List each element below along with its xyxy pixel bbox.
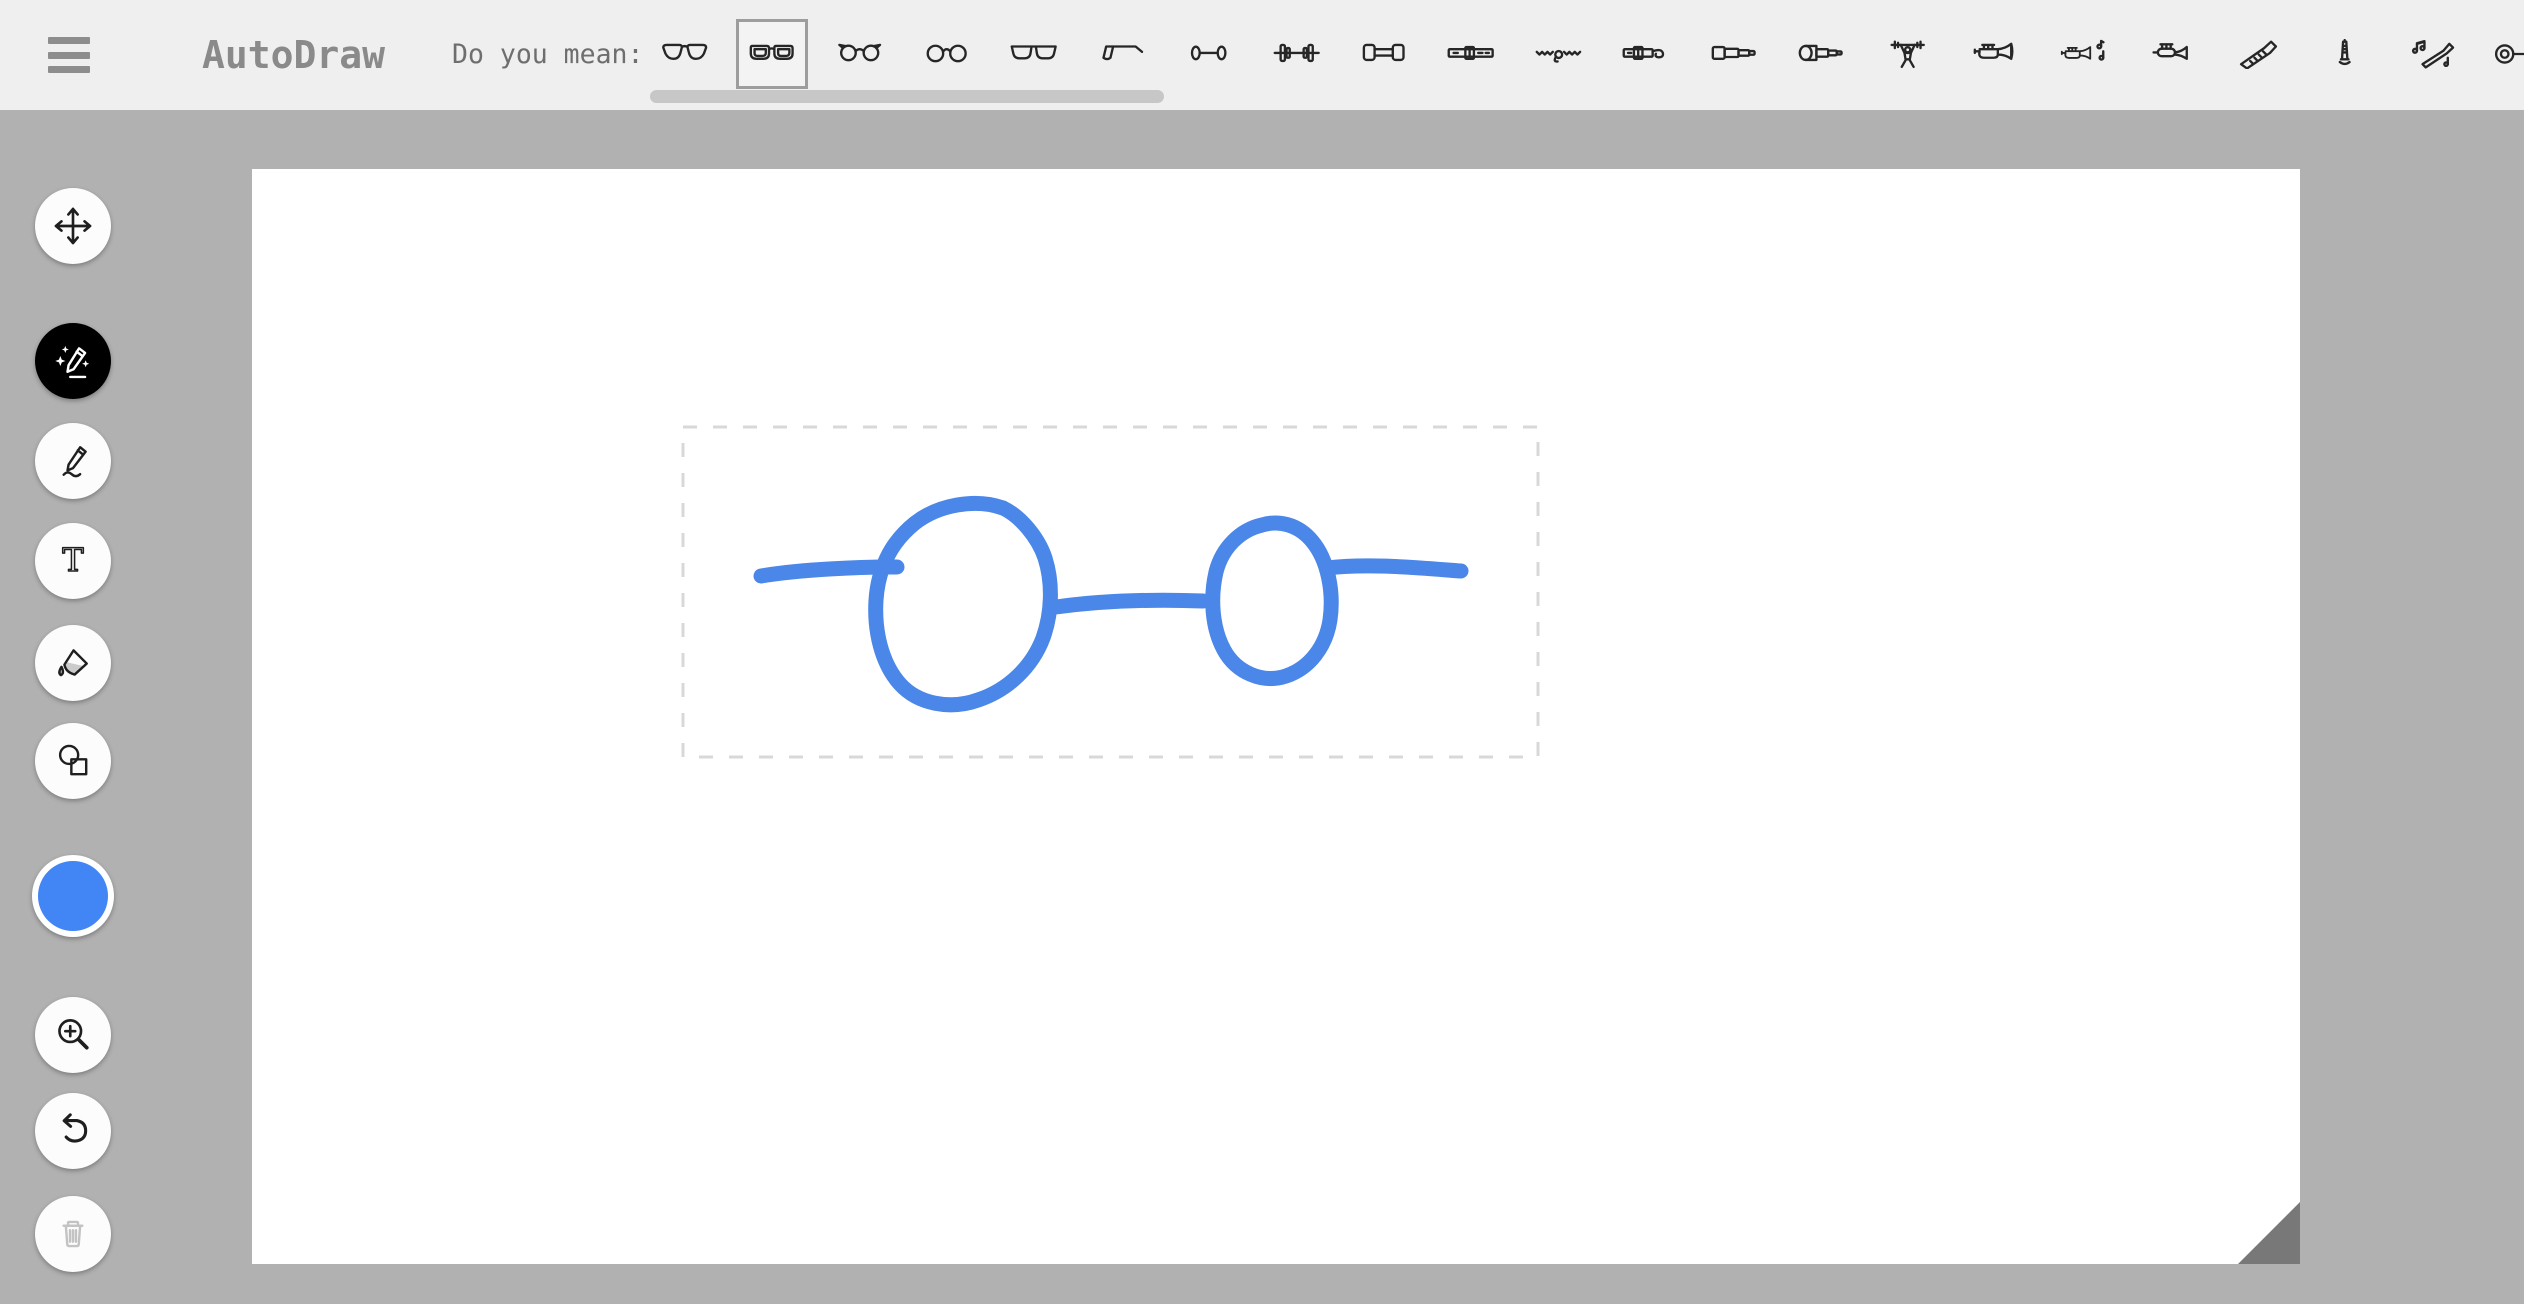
- tool-undo-button[interactable]: [35, 1093, 111, 1169]
- spyglass-icon: [1795, 39, 1846, 69]
- belt-strap-icon: [1620, 39, 1671, 69]
- thick-rim-glasses-icon: [746, 39, 797, 69]
- suggestion-round-glasses[interactable]: [911, 19, 983, 89]
- trumpet-notes-icon: [2057, 39, 2108, 69]
- menu-icon[interactable]: [48, 37, 90, 74]
- suggestion-hand-weights[interactable]: [1173, 19, 1245, 89]
- hand-weights-icon: [1183, 39, 1234, 69]
- cat-eye-glasses-icon: [834, 39, 885, 69]
- oboe-icon: [2319, 39, 2370, 69]
- wayfarer-sunglasses-icon: [1008, 39, 1059, 69]
- tool-fill-button[interactable]: [35, 625, 111, 701]
- paint-bucket-icon: [51, 641, 95, 685]
- move-arrows-icon: [51, 204, 95, 248]
- weightlifter-icon: [1882, 39, 1933, 69]
- undo-arrow-icon: [51, 1109, 95, 1153]
- tool-type-button[interactable]: T: [35, 523, 111, 599]
- folded-glasses-icon: [1096, 39, 1147, 69]
- top-bar: AutoDraw Do you mean:: [0, 0, 2524, 110]
- suggestion-flute-notes[interactable]: [2397, 19, 2469, 89]
- cornet-icon: [2145, 39, 2196, 69]
- sketch-stroke-bridge: [1056, 600, 1203, 607]
- suggestion-folded-glasses[interactable]: [1086, 19, 1158, 89]
- suggestion-skipping-rope[interactable]: [1523, 19, 1595, 89]
- key-icon: [2494, 39, 2524, 69]
- letter-t-icon: T: [51, 539, 95, 583]
- tool-select-button[interactable]: [35, 188, 111, 264]
- glasses-sketch: [252, 169, 2300, 1264]
- selected-color-swatch: [38, 861, 108, 931]
- suggestion-cornet[interactable]: [2134, 19, 2206, 89]
- tool-autodraw-button[interactable]: [35, 323, 111, 399]
- suggestion-aviator-sunglasses[interactable]: [649, 19, 721, 89]
- flute-notes-icon: [2407, 39, 2458, 69]
- svg-text:T: T: [62, 541, 83, 579]
- suggestion-spyglass[interactable]: [1785, 19, 1857, 89]
- round-glasses-icon: [921, 39, 972, 69]
- tool-color-button[interactable]: [32, 855, 114, 937]
- drawing-canvas[interactable]: [252, 169, 2300, 1264]
- suggestion-weightlifter[interactable]: [1872, 19, 1944, 89]
- skipping-rope-icon: [1533, 39, 1584, 69]
- clarinet-icon: [2232, 39, 2283, 69]
- tool-delete-button[interactable]: [35, 1196, 111, 1272]
- tool-draw-button[interactable]: [35, 423, 111, 499]
- suggestion-wayfarer-sunglasses[interactable]: [998, 19, 1070, 89]
- pencil-icon: [51, 439, 95, 483]
- magic-pencil-icon: [51, 339, 95, 383]
- trash-icon: [51, 1212, 95, 1256]
- suggestion-trumpet-notes[interactable]: [2047, 19, 2119, 89]
- aviator-sunglasses-icon: [659, 39, 710, 69]
- circle-square-icon: [51, 739, 95, 783]
- suggestion-cat-eye-glasses[interactable]: [823, 19, 895, 89]
- belt-icon: [1445, 39, 1496, 69]
- selection-box[interactable]: [683, 427, 1538, 757]
- suggestion-oboe[interactable]: [2309, 19, 2381, 89]
- trumpet-icon: [1970, 39, 2021, 69]
- suggestion-clarinet[interactable]: [2222, 19, 2294, 89]
- suggestions-scrollbar[interactable]: [650, 90, 1164, 103]
- barbell-icon: [1271, 39, 1322, 69]
- suggestion-dumbbell[interactable]: [1348, 19, 1420, 89]
- magnifier-plus-icon: [51, 1013, 95, 1057]
- suggestion-belt[interactable]: [1435, 19, 1507, 89]
- suggestion-barbell[interactable]: [1260, 19, 1332, 89]
- tool-zoom-button[interactable]: [35, 997, 111, 1073]
- suggestion-telescope[interactable]: [1697, 19, 1769, 89]
- suggestion-trumpet[interactable]: [1960, 19, 2032, 89]
- suggestion-thick-rim-glasses[interactable]: [736, 19, 808, 89]
- app-title: AutoDraw: [202, 0, 385, 110]
- tool-shape-button[interactable]: [35, 723, 111, 799]
- do-you-mean-label: Do you mean:: [452, 0, 643, 110]
- canvas-resize-handle[interactable]: [2238, 1202, 2300, 1264]
- suggestion-key[interactable]: [2484, 19, 2524, 89]
- dumbbell-icon: [1358, 39, 1409, 69]
- sketch-stroke-right-temple: [1327, 566, 1461, 571]
- suggestion-belt-strap[interactable]: [1610, 19, 1682, 89]
- sketch-stroke-left-lens: [876, 503, 1051, 704]
- sketch-stroke-right-lens: [1213, 523, 1331, 678]
- telescope-icon: [1708, 39, 1759, 69]
